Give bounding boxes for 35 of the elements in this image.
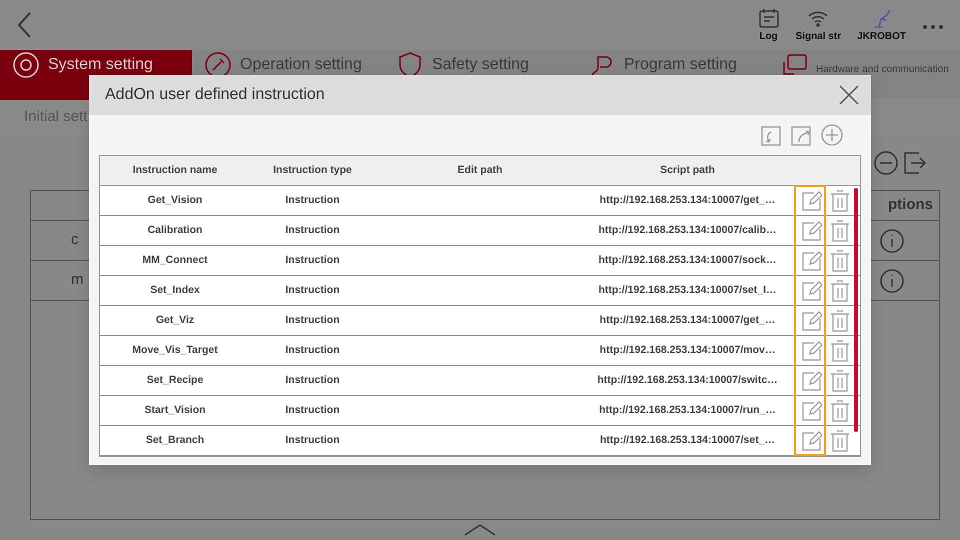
table-cell-text: http://192.168.253.134:10007/sock… <box>597 252 778 268</box>
table-cell-text: Set_Branch <box>144 432 206 448</box>
table-cell-text: http://192.168.253.134:10007/switc… <box>596 372 779 388</box>
table-cell-text: Get_Viz <box>154 312 196 328</box>
column-header: Instruction type <box>272 162 353 178</box>
table-cell-text: Instruction <box>284 432 341 448</box>
table-cell-text: MM_Connect <box>141 252 209 268</box>
table-cell-text: Instruction <box>284 312 341 328</box>
table-cell-text: http://192.168.253.134:10007/get_… <box>598 192 776 208</box>
table-cell-text: http://192.168.253.134:10007/run_… <box>598 402 777 418</box>
table-cell-text: Get_Vision <box>146 192 204 208</box>
table-cell-text: Set_Recipe <box>146 372 204 388</box>
dialog-title: AddOn user defined instruction <box>105 85 325 105</box>
table-cell-text: Move_Vis_Target <box>131 342 219 358</box>
column-header: Script path <box>659 162 716 178</box>
table-cell-text: Instruction <box>284 342 341 358</box>
table-cell-text: Instruction <box>284 252 341 268</box>
column-header: Instruction name <box>132 162 218 178</box>
table-cell-text: Instruction <box>284 192 341 208</box>
column-header: Edit path <box>456 162 504 178</box>
table-cell-text: http://192.168.253.134:10007/set_I… <box>597 282 778 298</box>
table-cell-text: Calibration <box>146 222 204 238</box>
table-cell-text: http://192.168.253.134:10007/set_… <box>598 432 776 448</box>
table-cell-text: http://192.168.253.134:10007/mov… <box>598 342 776 358</box>
table-cell-text: Instruction <box>284 282 341 298</box>
table-header: ptions <box>888 195 933 216</box>
table-cell-text: Instruction <box>284 222 341 238</box>
table-cell-text: m <box>71 270 84 290</box>
table-cell-text: Set_Index <box>149 282 201 298</box>
table-cell-text: c <box>71 230 78 250</box>
table-cell-text: http://192.168.253.134:10007/calib… <box>597 222 778 238</box>
table-cell-text: Instruction <box>284 372 341 388</box>
table-cell-text: Instruction <box>284 402 341 418</box>
table-cell-text: http://192.168.253.134:10007/get_… <box>598 312 776 328</box>
table-cell-text: Start_Vision <box>143 402 207 418</box>
